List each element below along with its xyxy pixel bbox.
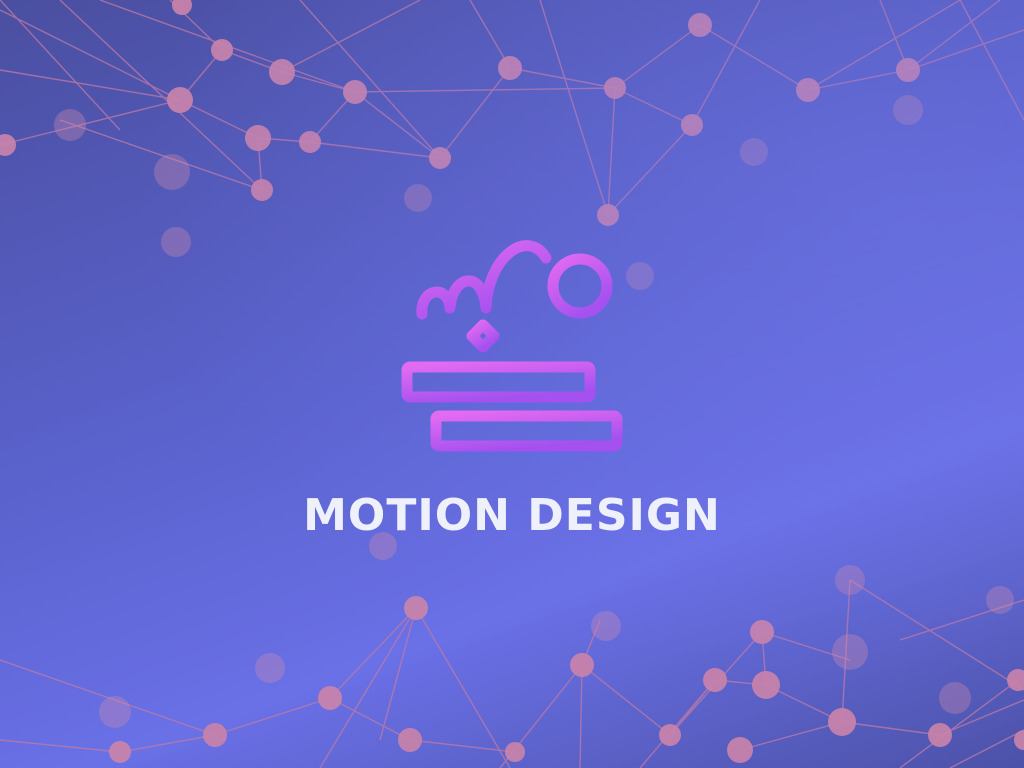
motion-design-icon xyxy=(401,240,623,454)
page-title: MOTION DESIGN xyxy=(303,490,721,541)
motion-design-banner: MOTION DESIGN xyxy=(0,0,1024,768)
